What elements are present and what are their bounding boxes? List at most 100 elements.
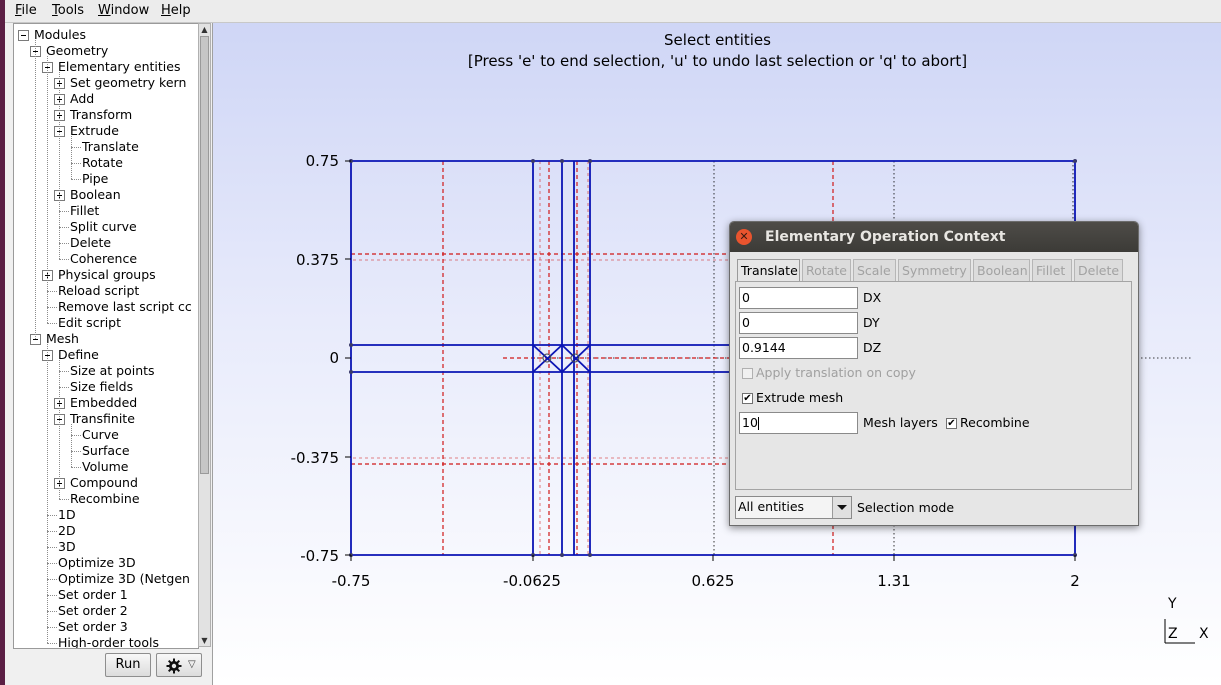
- tree-item-geometry[interactable]: Geometry: [14, 43, 198, 59]
- menu-window[interactable]: Window: [98, 3, 149, 18]
- tab-scale[interactable]: Scale: [853, 259, 896, 281]
- tab-fillet[interactable]: Fillet: [1032, 259, 1072, 281]
- tree-item-label: Rotate: [82, 155, 123, 170]
- tree-item-reload-script[interactable]: Reload script: [14, 283, 198, 299]
- tree-item-label: 2D: [58, 523, 76, 538]
- tree-item-mesh[interactable]: Mesh: [14, 331, 198, 347]
- tree-item-set-order-2[interactable]: Set order 2: [14, 603, 198, 619]
- selection-mode-label: Selection mode: [857, 500, 955, 515]
- tree-connector: [71, 179, 81, 180]
- dz-input[interactable]: 0.9144: [739, 337, 858, 359]
- tab-delete[interactable]: Delete: [1074, 259, 1123, 281]
- x-tick-label: -0.75: [332, 572, 371, 590]
- tree-item-transfinite[interactable]: Transfinite: [14, 411, 198, 427]
- tree-connector-vertical: [47, 344, 48, 643]
- collapse-icon[interactable]: [18, 30, 29, 41]
- menu-file[interactable]: File: [15, 3, 37, 18]
- tree-item-2d[interactable]: 2D: [14, 523, 198, 539]
- dx-input[interactable]: 0: [739, 287, 858, 309]
- tree-item-1d[interactable]: 1D: [14, 507, 198, 523]
- scroll-thumb[interactable]: [200, 36, 209, 474]
- extrude-mesh-label: Extrude mesh: [756, 390, 844, 405]
- tree-item-pipe[interactable]: Pipe: [14, 171, 198, 187]
- tree-item-recombine[interactable]: Recombine: [14, 491, 198, 507]
- tree-item-define[interactable]: Define: [14, 347, 198, 363]
- extrude-mesh-checkbox[interactable]: ✔: [742, 393, 753, 404]
- tree-item-label: High-order tools: [58, 635, 159, 649]
- recombine-checkbox[interactable]: ✔: [946, 418, 957, 429]
- tree-item-translate[interactable]: Translate: [14, 139, 198, 155]
- tree-item-high-order-tools[interactable]: High-order tools: [14, 635, 198, 649]
- tree-item-set-order-3[interactable]: Set order 3: [14, 619, 198, 635]
- settings-button[interactable]: ▽: [156, 653, 202, 677]
- tab-rotate[interactable]: Rotate: [802, 259, 851, 281]
- dialog-titlebar[interactable]: ✕ Elementary Operation Context: [730, 222, 1138, 252]
- tree-connector: [71, 147, 81, 148]
- menu-help[interactable]: Help: [161, 3, 191, 18]
- tree-item-label: Remove last script cc: [58, 299, 192, 314]
- tree-connector: [47, 595, 57, 596]
- tree-item-delete[interactable]: Delete: [14, 235, 198, 251]
- y-tick-label: -0.75: [300, 547, 339, 565]
- run-button[interactable]: Run: [105, 653, 151, 677]
- tree-item-volume[interactable]: Volume: [14, 459, 198, 475]
- tab-boolean[interactable]: Boolean: [973, 259, 1030, 281]
- tree-item-extrude[interactable]: Extrude: [14, 123, 198, 139]
- tree-item-size-fields[interactable]: Size fields: [14, 379, 198, 395]
- tree-item-label: 3D: [58, 539, 76, 554]
- tree-connector: [47, 515, 57, 516]
- mesh-layers-input[interactable]: 10: [739, 412, 858, 434]
- tree-item-label: Set order 3: [58, 619, 128, 634]
- tree-connector: [59, 387, 69, 388]
- menu-help-label: elp: [170, 3, 191, 18]
- tree-item-label: Surface: [82, 443, 130, 458]
- elementary-operation-dialog[interactable]: ✕ Elementary Operation Context Translate…: [729, 221, 1139, 526]
- tree-item-edit-script[interactable]: Edit script: [14, 315, 198, 331]
- tree-item-boolean[interactable]: Boolean: [14, 187, 198, 203]
- module-tree[interactable]: Modules Geometry Elementary entities Set ge…: [13, 23, 199, 649]
- tree-connector: [47, 291, 57, 292]
- tree-item-label: Set order 1: [58, 587, 128, 602]
- tree-item-compound[interactable]: Compound: [14, 475, 198, 491]
- tree-item-label: Transform: [70, 107, 133, 122]
- dy-input[interactable]: 0: [739, 312, 858, 334]
- scroll-down-arrow-icon[interactable]: ▼: [199, 635, 210, 646]
- tree-item-curve[interactable]: Curve: [14, 427, 198, 443]
- tree-item-surface[interactable]: Surface: [14, 443, 198, 459]
- tab-translate[interactable]: Translate: [737, 259, 800, 281]
- tree-item-add[interactable]: Add: [14, 91, 198, 107]
- tree-item-transform[interactable]: Transform: [14, 107, 198, 123]
- tree-item-remove-last-script-cc[interactable]: Remove last script cc: [14, 299, 198, 315]
- tree-scrollbar[interactable]: ▲ ▼: [198, 23, 211, 647]
- tree-item-set-geometry-kern[interactable]: Set geometry kern: [14, 75, 198, 91]
- tree-item-size-at-points[interactable]: Size at points: [14, 363, 198, 379]
- tree-item-label: Delete: [70, 235, 112, 250]
- tree-item-label: Reload script: [58, 283, 140, 298]
- tree-item-rotate[interactable]: Rotate: [14, 155, 198, 171]
- x-tick-label: -0.0625: [503, 572, 561, 590]
- tree-item-embedded[interactable]: Embedded: [14, 395, 198, 411]
- apply-on-copy-checkbox[interactable]: [742, 368, 753, 379]
- menu-tools[interactable]: Tools: [52, 3, 84, 18]
- tree-item-optimize-3d-netgen[interactable]: Optimize 3D (Netgen: [14, 571, 198, 587]
- tree-item-physical-groups[interactable]: Physical groups: [14, 267, 198, 283]
- tree-item-label: Recombine: [70, 491, 140, 506]
- tree-item-split-curve[interactable]: Split curve: [14, 219, 198, 235]
- tree-item-fillet[interactable]: Fillet: [14, 203, 198, 219]
- tree-item-3d[interactable]: 3D: [14, 539, 198, 555]
- tree-item-elementary-entities[interactable]: Elementary entities: [14, 59, 198, 75]
- scroll-up-arrow-icon[interactable]: ▲: [199, 24, 210, 35]
- dialog-title: Elementary Operation Context: [765, 229, 1006, 245]
- tree-item-set-order-1[interactable]: Set order 1: [14, 587, 198, 603]
- tab-symmetry[interactable]: Symmetry: [898, 259, 971, 281]
- tree-item-optimize-3d[interactable]: Optimize 3D: [14, 555, 198, 571]
- close-icon[interactable]: ✕: [736, 229, 752, 245]
- x-tick-label: 1.31: [877, 572, 910, 590]
- dropdown-arrow-icon[interactable]: [832, 497, 851, 518]
- tree-item-label: Physical groups: [58, 267, 156, 282]
- tree-item-coherence[interactable]: Coherence: [14, 251, 198, 267]
- tree-connector-vertical: [47, 56, 48, 323]
- tree-item-label: Fillet: [70, 203, 100, 218]
- selection-mode-select[interactable]: All entities: [735, 496, 852, 519]
- tree-item-modules[interactable]: Modules: [14, 27, 198, 43]
